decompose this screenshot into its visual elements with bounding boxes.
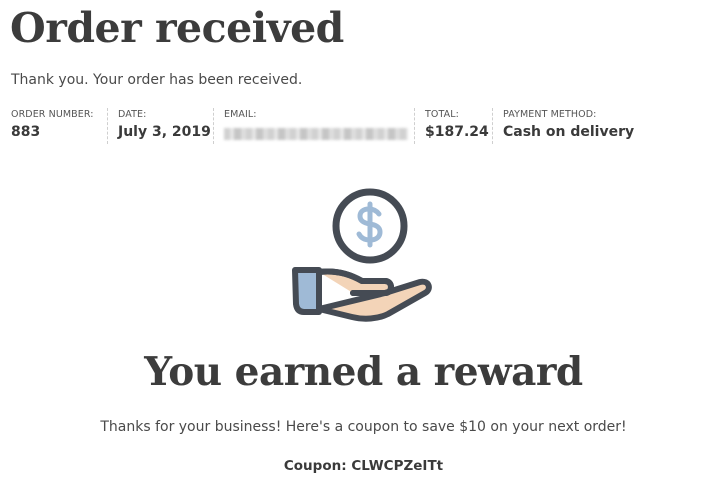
order-details: ORDER NUMBER: 883 DATE: July 3, 2019 EMA…: [11, 108, 653, 144]
date-label: DATE:: [118, 109, 147, 120]
date-detail: DATE: July 3, 2019: [107, 108, 213, 144]
total-detail: TOTAL: $187.24: [414, 108, 492, 144]
date-value: July 3, 2019: [118, 124, 211, 140]
hand-holding-dollar-icon: [292, 188, 432, 322]
payment-method-label: PAYMENT METHOD:: [503, 109, 597, 120]
total-label: TOTAL:: [425, 109, 459, 120]
total-value: $187.24: [425, 124, 489, 140]
page-title: Order received: [10, 4, 344, 52]
order-thanks-message: Thank you. Your order has been received.: [11, 72, 303, 88]
email-detail: EMAIL:: [213, 108, 414, 144]
reward-message: Thanks for your business! Here's a coupo…: [100, 419, 627, 435]
coupon-label: Coupon:: [283, 458, 347, 474]
email-label: EMAIL:: [224, 109, 257, 120]
email-value-redacted: [224, 128, 408, 140]
payment-method-value: Cash on delivery: [503, 124, 635, 140]
payment-method-detail: PAYMENT METHOD: Cash on delivery: [492, 108, 653, 144]
coupon-line: Coupon: CLWCPZeITt: [0, 458, 727, 474]
coupon-code[interactable]: CLWCPZeITt: [351, 458, 443, 474]
order-number-label: ORDER NUMBER:: [11, 109, 94, 120]
reward-title: You earned a reward: [144, 349, 583, 395]
order-number-detail: ORDER NUMBER: 883: [11, 108, 107, 144]
order-number-value: 883: [11, 124, 41, 140]
